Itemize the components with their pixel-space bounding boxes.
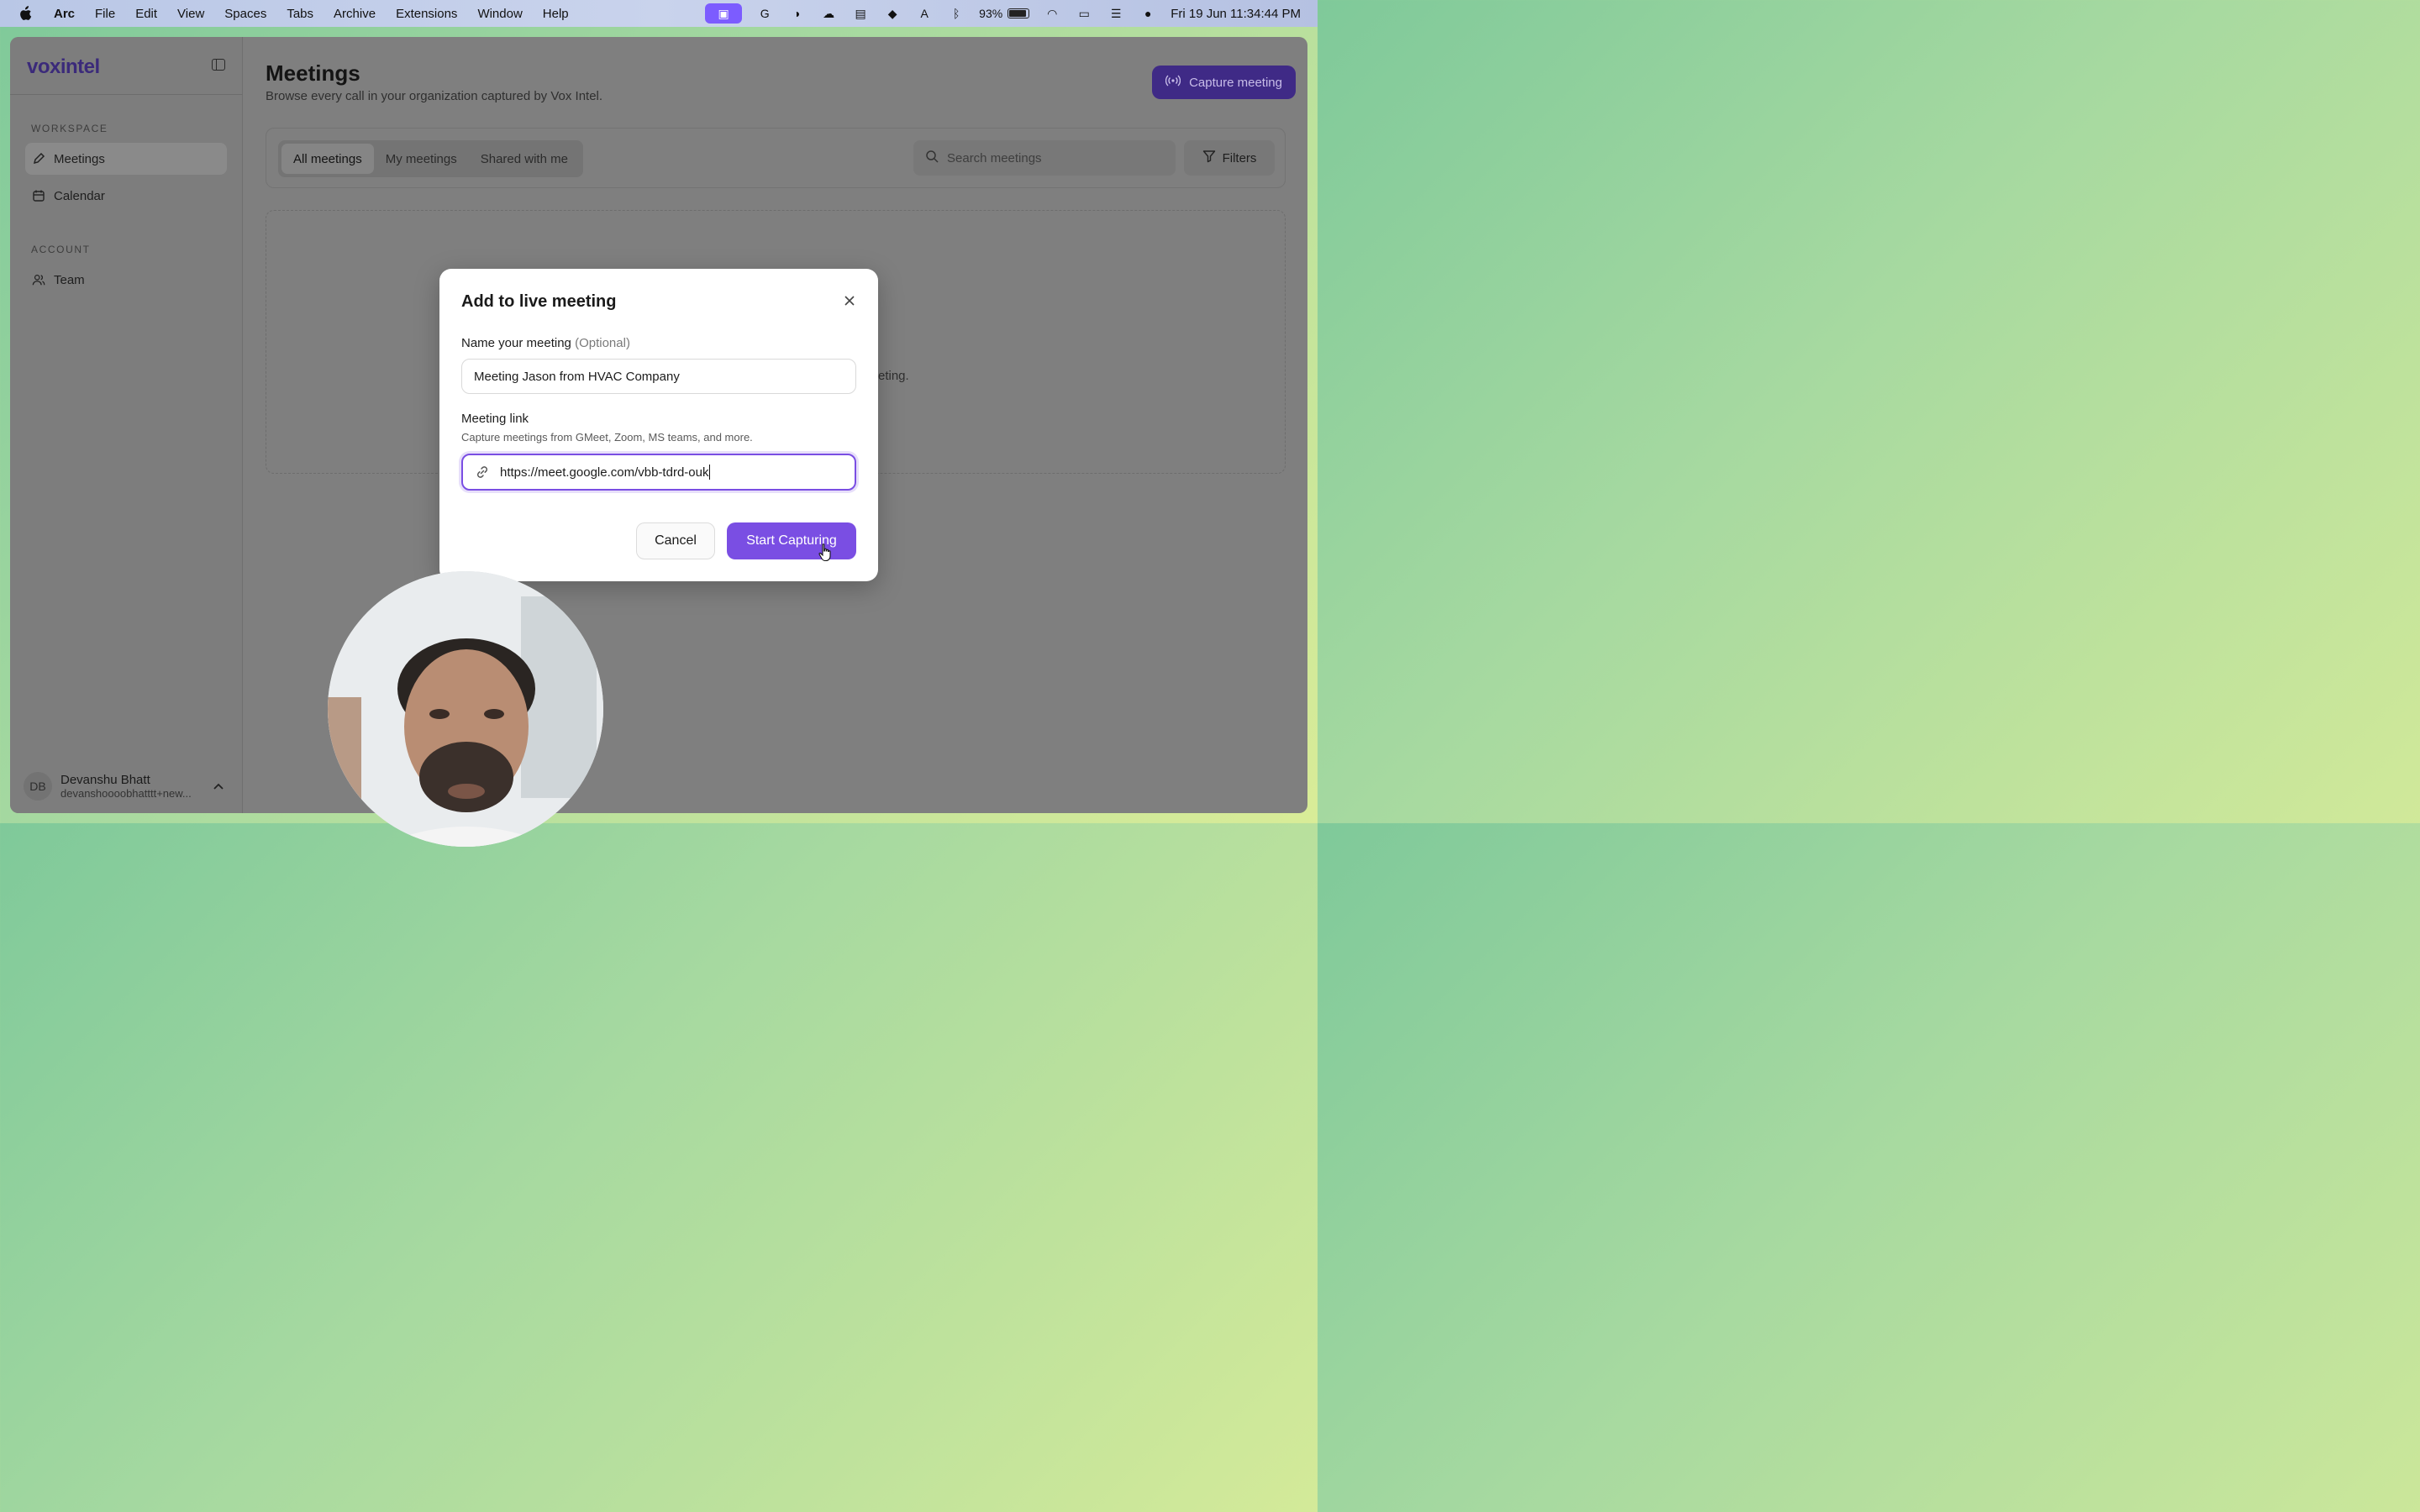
meeting-link-label: Meeting link — [461, 412, 529, 426]
menu-window[interactable]: Window — [477, 7, 522, 21]
cloud-icon[interactable]: ☁ — [819, 6, 838, 21]
search-icon — [925, 150, 939, 166]
sidebar: voxintel WORKSPACE Meetings Calendar ACC… — [10, 37, 243, 813]
sidebar-toggle-icon[interactable] — [212, 59, 225, 71]
grammarly-icon[interactable]: G — [755, 6, 774, 21]
capture-meeting-label: Capture meeting — [1189, 75, 1282, 90]
pen-icon — [32, 152, 45, 165]
users-icon — [32, 273, 45, 286]
siri-icon[interactable]: ● — [1139, 6, 1157, 21]
link-icon — [475, 465, 490, 480]
control-center-icon[interactable]: ☰ — [1107, 6, 1125, 21]
clapperboard-icon[interactable]: ▤ — [851, 6, 870, 21]
menu-edit[interactable]: Edit — [135, 7, 157, 21]
text-caret — [709, 465, 711, 480]
webcam-bubble[interactable] — [328, 571, 603, 847]
optional-hint: (Optional) — [575, 336, 630, 350]
user-info: Devanshu Bhatt devanshoooobhatttt+new... — [60, 773, 203, 800]
meeting-name-label: Name your meeting (Optional) — [461, 336, 630, 350]
battery-icon — [1007, 8, 1030, 18]
battery-status[interactable]: 93% — [979, 7, 1030, 20]
menu-archive[interactable]: Archive — [334, 7, 376, 21]
sidebar-item-meetings[interactable]: Meetings — [25, 143, 227, 175]
capture-meeting-button[interactable]: Capture meeting — [1152, 66, 1296, 99]
meeting-name-label-text: Name your meeting — [461, 336, 571, 350]
menu-app-name[interactable]: Arc — [54, 7, 75, 21]
terminal-icon[interactable]: ◑ — [787, 6, 806, 21]
user-email: devanshoooobhatttt+new... — [60, 787, 192, 800]
sidebar-item-team[interactable]: Team — [25, 264, 227, 296]
menu-bar: Arc File Edit View Spaces Tabs Archive E… — [0, 0, 1318, 27]
dialog-title: Add to live meeting — [461, 292, 617, 311]
wifi-icon[interactable]: ◠ — [1043, 6, 1061, 21]
sidebar-item-label: Team — [54, 272, 85, 287]
page-subtitle: Browse every call in your organization c… — [266, 89, 603, 103]
app-logo[interactable]: voxintel — [27, 55, 100, 79]
meeting-tabs: All meetings My meetings Shared with me — [278, 140, 583, 177]
menu-spaces[interactable]: Spaces — [224, 7, 266, 21]
tab-all-meetings[interactable]: All meetings — [281, 144, 374, 174]
menu-extensions[interactable]: Extensions — [396, 7, 457, 21]
add-live-meeting-dialog: Add to live meeting Name your meeting (O… — [439, 269, 878, 581]
meeting-name-input[interactable]: Meeting Jason from HVAC Company — [461, 359, 856, 394]
sidebar-item-label: Calendar — [54, 188, 105, 203]
workspace-section-label: WORKSPACE — [31, 123, 108, 134]
display-icon[interactable]: ▭ — [1075, 6, 1093, 21]
menu-file[interactable]: File — [95, 7, 115, 21]
hand-cursor-icon — [818, 543, 834, 563]
calendar-icon — [32, 189, 45, 202]
user-menu[interactable]: DB Devanshu Bhatt devanshoooobhatttt+new… — [24, 769, 234, 803]
cancel-button[interactable]: Cancel — [636, 522, 715, 559]
account-section-label: ACCOUNT — [31, 244, 91, 255]
sidebar-item-label: Meetings — [54, 151, 105, 166]
empty-state-text: eting. — [878, 369, 909, 383]
menu-view[interactable]: View — [177, 7, 204, 21]
page-title: Meetings — [266, 60, 360, 86]
filters-button[interactable]: Filters — [1184, 140, 1275, 176]
avatar: DB — [24, 772, 52, 801]
elephant-icon[interactable]: ◆ — [883, 6, 902, 21]
tab-my-meetings[interactable]: My meetings — [374, 144, 469, 174]
broadcast-icon — [1165, 75, 1181, 90]
start-capturing-button[interactable]: Start Capturing — [727, 522, 856, 559]
bluetooth-icon[interactable]: ᛒ — [947, 6, 965, 21]
keyboard-input-icon[interactable]: A — [915, 6, 934, 21]
tab-shared-with-me[interactable]: Shared with me — [469, 144, 580, 174]
filters-label: Filters — [1222, 150, 1257, 165]
user-name: Devanshu Bhatt — [60, 773, 150, 787]
apple-icon[interactable] — [17, 5, 34, 22]
menu-clock[interactable]: Fri 19 Jun 11:34:44 PM — [1171, 7, 1301, 21]
meeting-link-help: Capture meetings from GMeet, Zoom, MS te… — [461, 431, 753, 444]
meeting-link-input[interactable]: https://meet.google.com/vbb-tdrd-ouk — [461, 454, 856, 491]
meeting-link-value: https://meet.google.com/vbb-tdrd-ouk — [500, 465, 709, 480]
menu-tabs[interactable]: Tabs — [287, 7, 313, 21]
screen-share-icon[interactable]: ▣ — [705, 3, 743, 24]
webcam-feed-image — [328, 571, 603, 847]
search-placeholder: Search meetings — [947, 150, 1042, 165]
meetings-toolbar: All meetings My meetings Shared with me … — [266, 128, 1286, 188]
sidebar-divider — [10, 94, 243, 95]
chevron-up-icon[interactable] — [213, 780, 224, 792]
search-input[interactable]: Search meetings — [913, 140, 1176, 176]
filter-icon — [1202, 150, 1216, 166]
close-icon[interactable] — [843, 294, 856, 307]
sidebar-item-calendar[interactable]: Calendar — [25, 180, 227, 212]
battery-percent: 93% — [979, 7, 1003, 20]
menu-help[interactable]: Help — [543, 7, 569, 21]
meeting-name-value: Meeting Jason from HVAC Company — [474, 369, 680, 384]
